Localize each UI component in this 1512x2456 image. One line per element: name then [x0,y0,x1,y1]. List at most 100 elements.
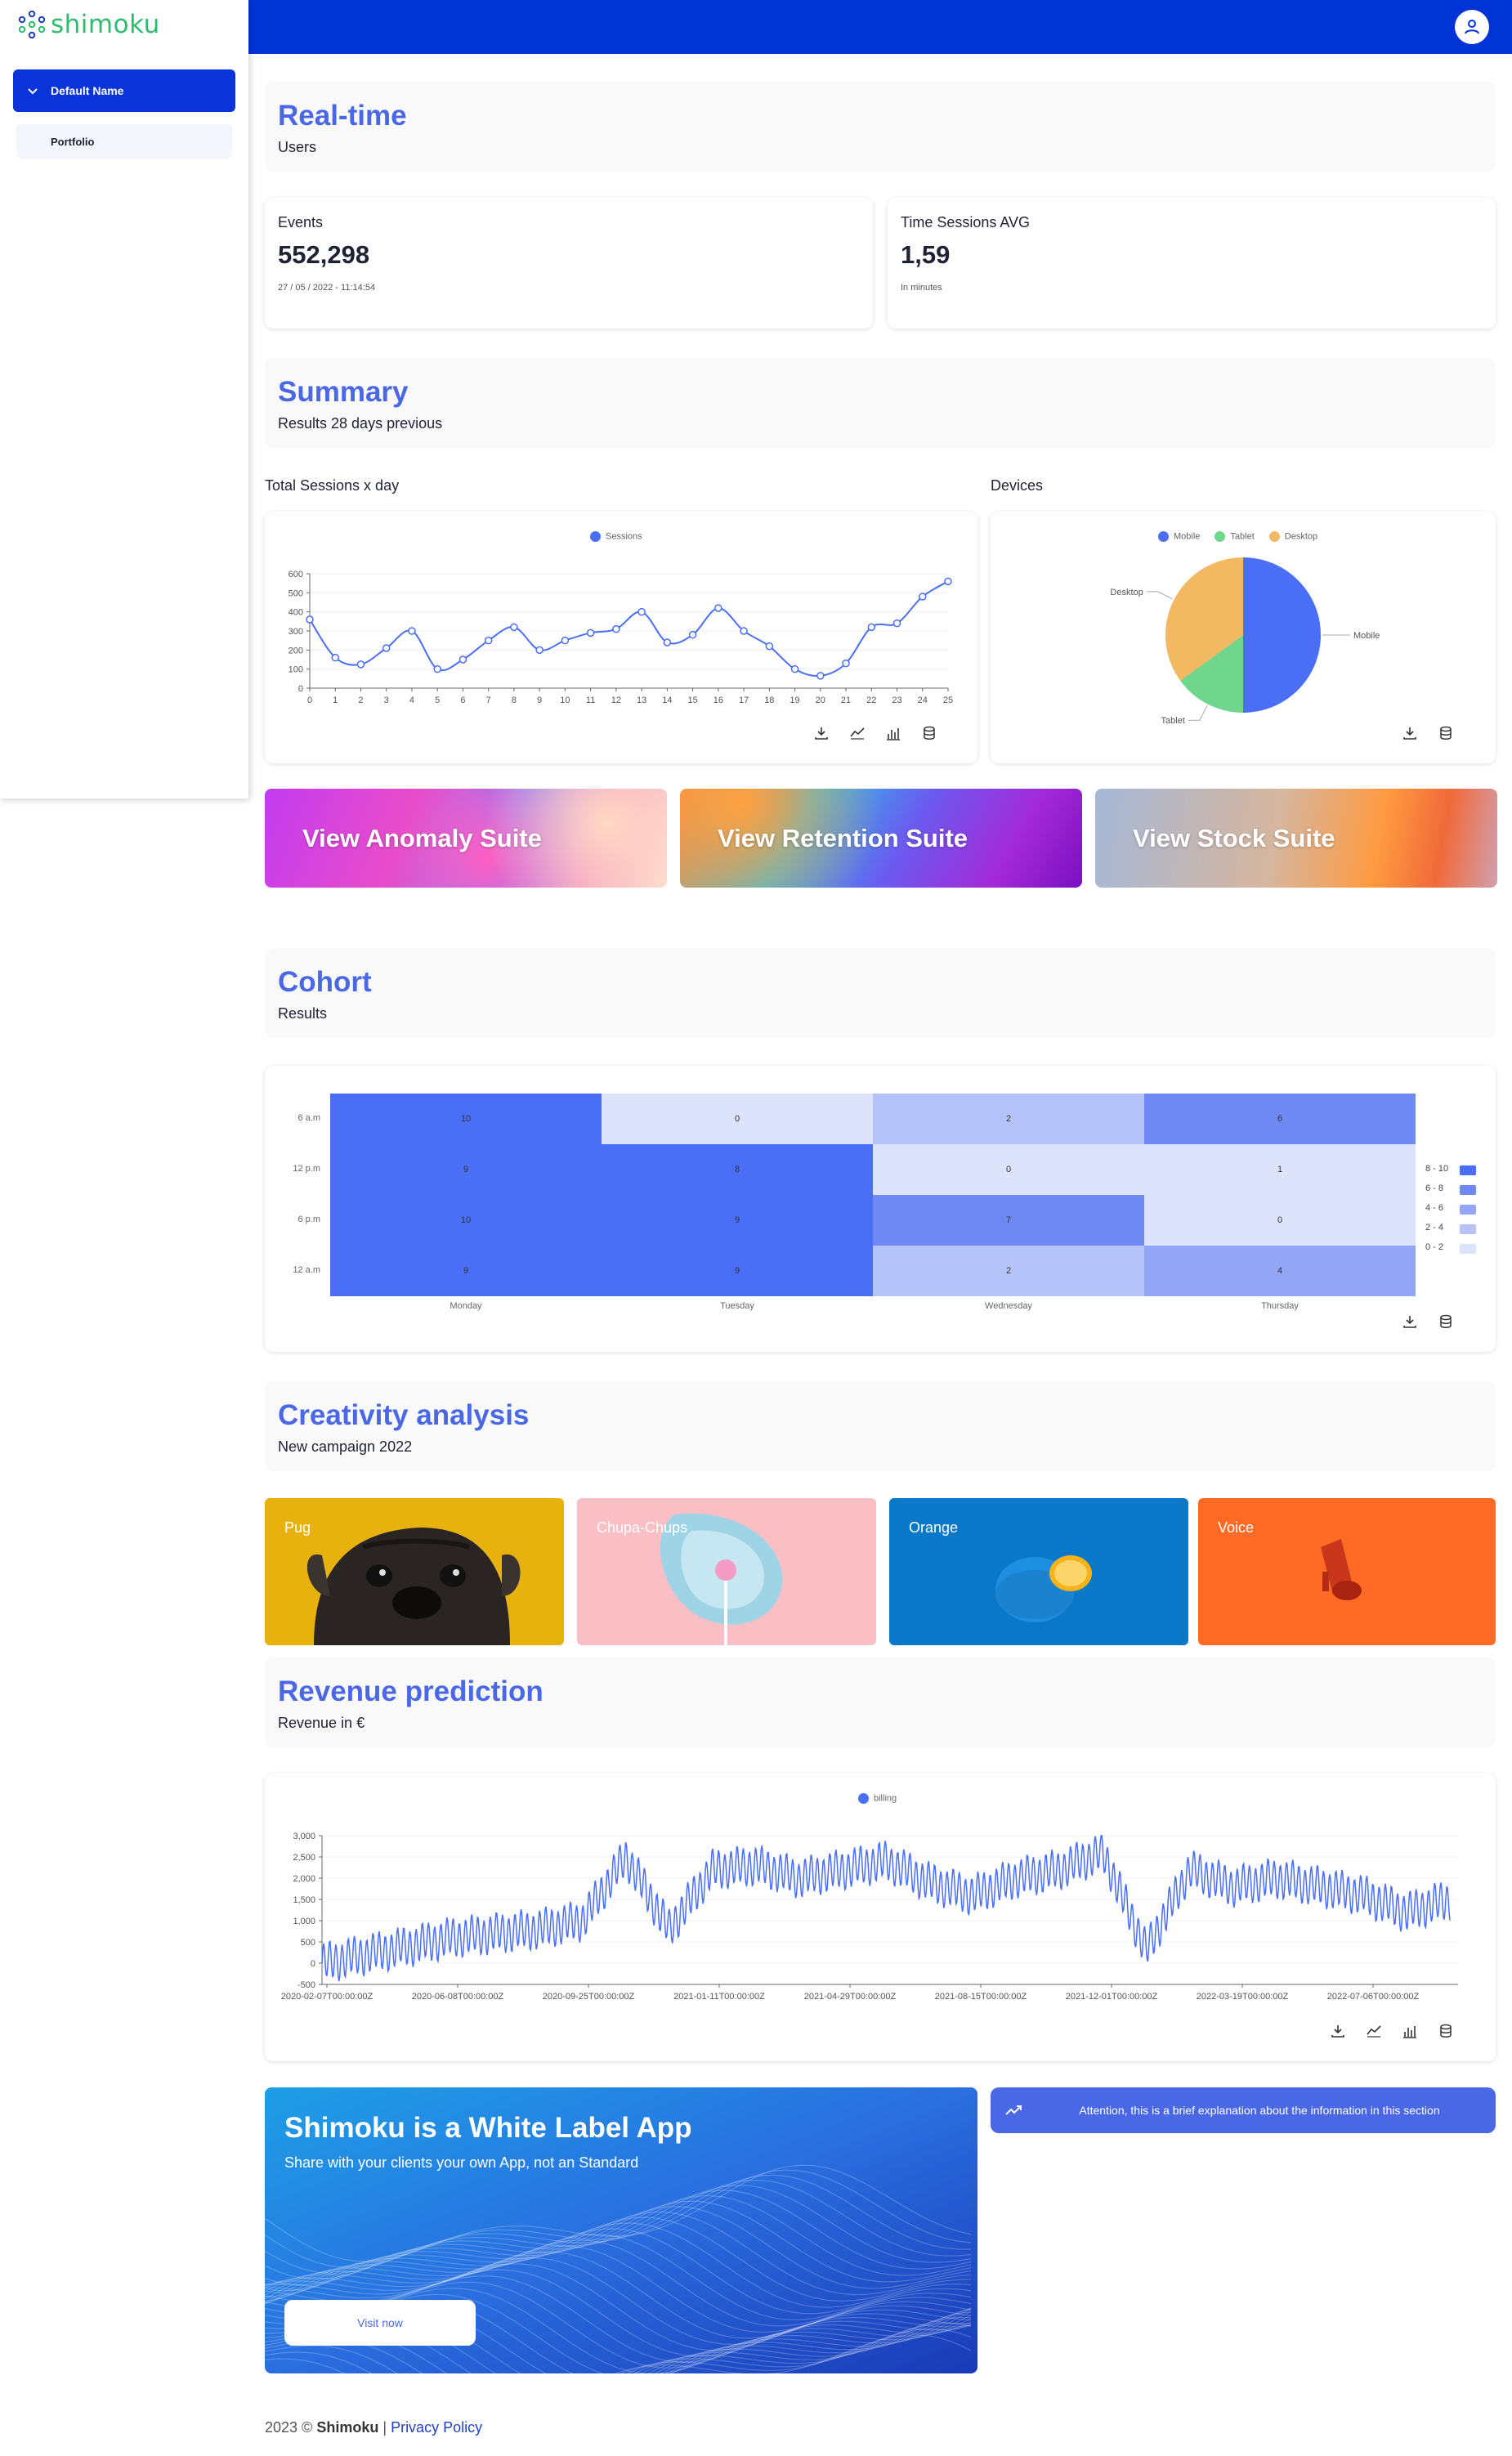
heatmap-cell[interactable]: 10 [330,1195,602,1246]
data-point [919,593,927,601]
heatmap-cell[interactable]: 9 [330,1144,602,1195]
heatmap-cell[interactable]: 2 [873,1094,1144,1144]
x-tick-label: 2021-01-11T00:00:00Z [673,1992,765,2002]
pie-slice-mobile [1243,557,1321,713]
realtime-section: Real-time Users [265,82,1496,172]
heatmap-legend-swatch [1460,1165,1476,1175]
suite-label: View Anomaly Suite [302,823,542,852]
sessions-legend: Sessions [590,531,642,542]
footer: 2023 © Shimoku | Privacy Policy [265,2419,482,2436]
download-icon[interactable] [1402,1314,1417,1329]
devices-chart-card: Mobile Tablet Desktop Mobile Tablet Deskto… [991,512,1496,763]
stock-suite-button[interactable]: View Stock Suite [1095,789,1497,888]
sessions-chart-label: Total Sessions x day [265,477,400,494]
creativity-title: Creativity analysis [278,1399,530,1431]
download-icon[interactable] [1402,726,1417,740]
heatmap-cell[interactable]: 4 [1144,1246,1416,1296]
heatmap-cell[interactable]: 0 [873,1144,1144,1195]
database-icon[interactable] [1438,2024,1453,2038]
heatmap-cell[interactable]: 8 [602,1144,873,1195]
heatmap-cell[interactable]: 7 [873,1195,1144,1246]
sessions-series-line [309,580,949,678]
creative-tile-voice[interactable]: Voice [1198,1498,1496,1645]
legend-item[interactable]: billing [858,1793,897,1804]
data-point [816,672,825,680]
tile-label: Voice [1218,1519,1255,1536]
top-bar [248,0,1512,54]
shimoku-logo[interactable]: shimoku [18,10,160,39]
cohort-heatmap-card: 6 a.m 10 0 2 6 12 p.m 9 8 0 1 6 p.m 10 9 7 0 12 a.m 9 9 2 4… [265,1066,1496,1352]
heatmap-legend-label: 4 - 6 [1425,1203,1444,1213]
data-point [688,630,697,639]
heatmap-cell[interactable]: 9 [602,1195,873,1246]
white-label-banner: Shimoku is a White Label App Share with … [265,2087,977,2373]
sidebar-item-portfolio[interactable]: Portfolio [16,124,232,159]
data-point [510,623,518,632]
creative-tile-pug[interactable]: Pug [265,1498,564,1645]
y-tick-label: 200 [289,646,303,655]
database-icon[interactable] [1438,726,1453,740]
download-icon[interactable] [1331,2024,1345,2038]
data-point [790,664,799,673]
heatmap-column-label: Thursday [1261,1301,1299,1311]
x-tick-label: 16 [714,696,723,705]
heatmap-legend-label: 8 - 10 [1425,1164,1449,1174]
data-point [459,655,467,664]
heatmap-cell[interactable]: 1 [1144,1144,1416,1195]
pie-label: Tablet [1161,716,1185,726]
indicator-events: Events 552,298 27 / 05 / 2022 - 11:14:54 [265,198,873,329]
y-tick-label: 500 [289,588,303,598]
heatmap-row-label: 6 p.m [297,1215,320,1224]
indicator-title: Events [278,214,324,230]
creativity-subtitle: New campaign 2022 [278,1438,413,1455]
y-tick-label: 1,000 [293,1917,315,1926]
revenue-legend: billing [858,1793,897,1804]
data-point [331,653,339,662]
bar-chart-icon[interactable] [1402,2024,1417,2038]
x-tick-label: 22 [866,696,876,705]
retention-suite-button[interactable]: View Retention Suite [680,789,1082,888]
summary-section: Summary Results 28 days previous [265,358,1496,448]
privacy-policy-link[interactable]: Privacy Policy [391,2419,482,2436]
heatmap-cell[interactable]: 6 [1144,1094,1416,1144]
heatmap-cell[interactable]: 9 [330,1246,602,1296]
legend-item-mobile[interactable]: Mobile [1158,531,1200,542]
tile-label: Pug [284,1519,311,1536]
sidebar-group-default-name[interactable]: Default Name [13,69,235,112]
legend-item[interactable]: Sessions [590,531,642,542]
database-icon[interactable] [922,726,937,740]
visit-now-button[interactable]: Visit now [284,2300,476,2346]
devices-chart-toolbar [1402,726,1453,740]
user-avatar-button[interactable] [1455,10,1489,44]
indicator-title: Time Sessions AVG [901,214,1031,230]
legend-item-desktop[interactable]: Desktop [1268,531,1317,542]
x-tick-label: 2021-12-01T00:00:00Z [1066,1992,1158,2002]
creative-tile-chupa-chups[interactable]: Chupa-Chups [577,1498,876,1645]
y-tick-label: 100 [289,665,303,675]
legend-item-tablet[interactable]: Tablet [1215,531,1255,542]
download-icon[interactable] [814,726,829,740]
heatmap-cell[interactable]: 9 [602,1246,873,1296]
x-tick-label: 4 [409,696,414,705]
tile-label: Chupa-Chups [597,1519,688,1536]
anomaly-suite-button[interactable]: View Anomaly Suite [265,789,667,888]
bar-chart-icon[interactable] [886,726,901,740]
footer-copyright: 2023 © [265,2419,313,2436]
revenue-chart-card: billing -500 0 500 1,000 1,500 2,000 2,500 3,00… [265,1774,1496,2061]
x-tick-label: 2022-03-19T00:00:00Z [1197,1992,1289,2002]
heatmap-cell[interactable]: 0 [602,1094,873,1144]
x-tick-label: 2021-08-15T00:00:00Z [935,1992,1027,2002]
heatmap-cell[interactable]: 0 [1144,1195,1416,1246]
heatmap-cell[interactable]: 10 [330,1094,602,1144]
database-icon[interactable] [1438,1314,1453,1329]
y-tick-label: 2,500 [293,1853,315,1863]
data-point [714,604,722,612]
summary-title: Summary [278,376,409,408]
data-point [586,629,595,637]
heatmap-legend-label: 6 - 8 [1425,1183,1444,1193]
heatmap-cell[interactable]: 2 [873,1246,1144,1296]
revenue-chart-toolbar [1331,2024,1453,2038]
line-chart-icon[interactable] [850,726,865,740]
creative-tile-orange[interactable]: Orange [889,1498,1188,1645]
line-chart-icon[interactable] [1367,2024,1381,2038]
